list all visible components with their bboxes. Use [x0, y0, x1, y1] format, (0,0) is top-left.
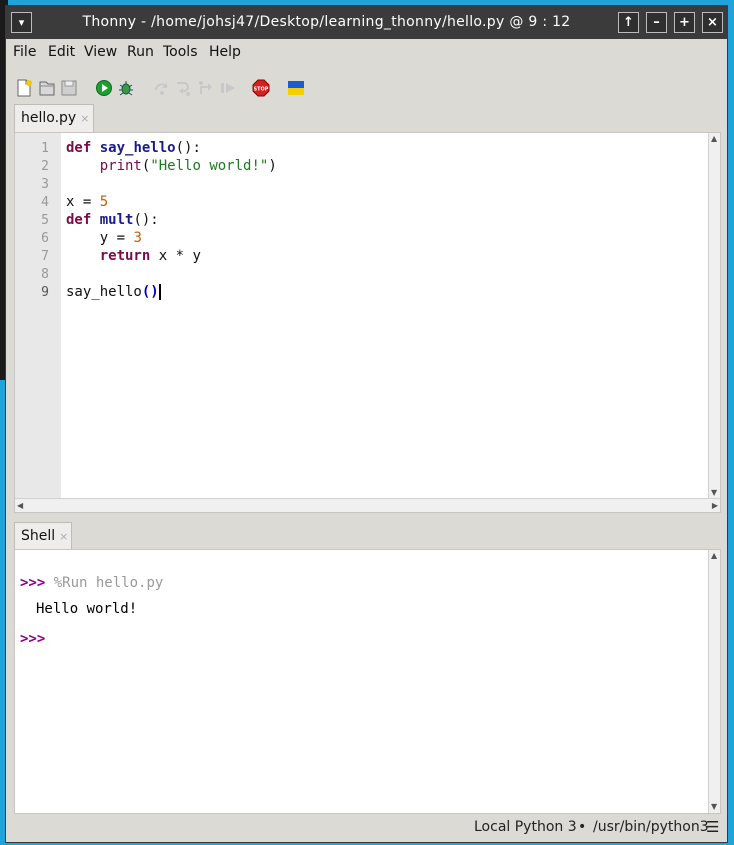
tab-hello-py-label: hello.py [21, 110, 77, 126]
step-out-icon[interactable] [197, 79, 215, 97]
step-into-icon[interactable] [174, 79, 192, 97]
shell-prompt: >>> [20, 631, 46, 647]
window-menu-button[interactable]: ▾ [11, 12, 32, 33]
code-line: x = 5 [66, 194, 109, 210]
menu-view[interactable]: View [84, 44, 117, 60]
tab-shell[interactable]: Shell × [14, 522, 72, 550]
code-line: print("Hello world!") [99, 158, 277, 174]
scroll-left-arrow-icon[interactable]: ◀ [17, 501, 23, 511]
code-line: y = 3 [66, 230, 142, 246]
line-number-current: 9 [41, 285, 49, 300]
new-file-icon[interactable] [15, 79, 33, 97]
code-editor[interactable]: 1 2 3 4 5 6 7 8 9 def say_hello(): print… [14, 132, 721, 513]
editor-horizontal-scrollbar[interactable]: ◀ ▶ [15, 498, 720, 512]
line-number: 2 [41, 159, 49, 174]
maximize-button[interactable]: + [674, 12, 695, 33]
scroll-down-arrow-icon[interactable]: ▼ [711, 488, 717, 498]
resume-icon[interactable] [219, 79, 237, 97]
line-number: 6 [41, 231, 49, 246]
scroll-up-arrow-icon[interactable]: ▲ [711, 134, 717, 144]
scroll-down-arrow-icon[interactable]: ▼ [711, 802, 717, 812]
hamburger-menu-icon[interactable]: ☰ [706, 818, 719, 836]
status-separator: • [578, 819, 587, 835]
code-line: def say_hello(): [66, 140, 201, 156]
menu-help[interactable]: Help [209, 44, 241, 60]
scroll-right-arrow-icon[interactable]: ▶ [712, 501, 718, 511]
step-over-icon[interactable] [153, 79, 171, 97]
line-number-gutter: 1 2 3 4 5 6 7 8 9 [15, 133, 61, 499]
shell-output: Hello world! [36, 601, 138, 617]
stop-icon[interactable]: STOP [252, 79, 270, 97]
line-number: 1 [41, 141, 49, 156]
interpreter-selector[interactable]: Local Python 3 [474, 819, 577, 835]
interpreter-path[interactable]: /usr/bin/python3 [593, 819, 709, 835]
shell-input-line[interactable]: >>> [20, 631, 45, 647]
code-line: def mult(): [66, 212, 159, 228]
line-number: 7 [41, 249, 49, 264]
text-cursor [158, 284, 161, 300]
line-number: 5 [41, 213, 49, 228]
debug-icon[interactable] [117, 79, 135, 97]
shell-run-line: >>> %Run hello.py [20, 575, 163, 591]
shell-vertical-scrollbar[interactable]: ▲ ▼ [708, 550, 720, 813]
shell-prompt: >>> [20, 575, 46, 591]
line-number: 8 [41, 267, 49, 282]
menu-file[interactable]: File [13, 44, 36, 60]
menu-run[interactable]: Run [127, 44, 154, 60]
toolbar: STOP [6, 68, 727, 106]
window-title: Thonny - /home/johsj47/Desktop/learning_… [82, 14, 571, 30]
menu-tools[interactable]: Tools [163, 44, 198, 60]
save-file-icon[interactable] [60, 79, 78, 97]
tab-close-icon[interactable]: × [59, 530, 68, 543]
shade-button[interactable]: ↑ [618, 12, 639, 33]
menu-bar: File Edit View Run Tools Help [6, 40, 727, 66]
tab-close-icon[interactable]: × [80, 112, 89, 125]
shell-command: %Run hello.py [53, 575, 164, 591]
shell-console[interactable]: >>> %Run hello.py Hello world! >>> ▲ ▼ [14, 549, 721, 814]
code-line: say_hello() [66, 284, 161, 300]
tab-hello-py[interactable]: hello.py × [14, 104, 94, 132]
code-line: return x * y [99, 248, 201, 264]
run-icon[interactable] [95, 79, 113, 97]
tab-shell-label: Shell [21, 528, 56, 544]
scroll-up-arrow-icon[interactable]: ▲ [711, 551, 717, 561]
line-number: 3 [41, 177, 49, 192]
editor-vertical-scrollbar[interactable]: ▲ ▼ [708, 133, 720, 499]
flag-icon[interactable] [287, 79, 305, 97]
close-button[interactable]: × [702, 12, 723, 33]
minimize-button[interactable]: – [646, 12, 667, 33]
status-bar: Local Python 3 • /usr/bin/python3 ☰ [6, 816, 727, 842]
svg-text:STOP: STOP [254, 87, 269, 93]
line-number: 4 [41, 195, 49, 210]
thonny-window: ▾ Thonny - /home/johsj47/Desktop/learnin… [5, 5, 728, 843]
menu-edit[interactable]: Edit [48, 44, 75, 60]
open-file-icon[interactable] [38, 79, 56, 97]
title-bar[interactable]: ▾ Thonny - /home/johsj47/Desktop/learnin… [6, 6, 727, 39]
